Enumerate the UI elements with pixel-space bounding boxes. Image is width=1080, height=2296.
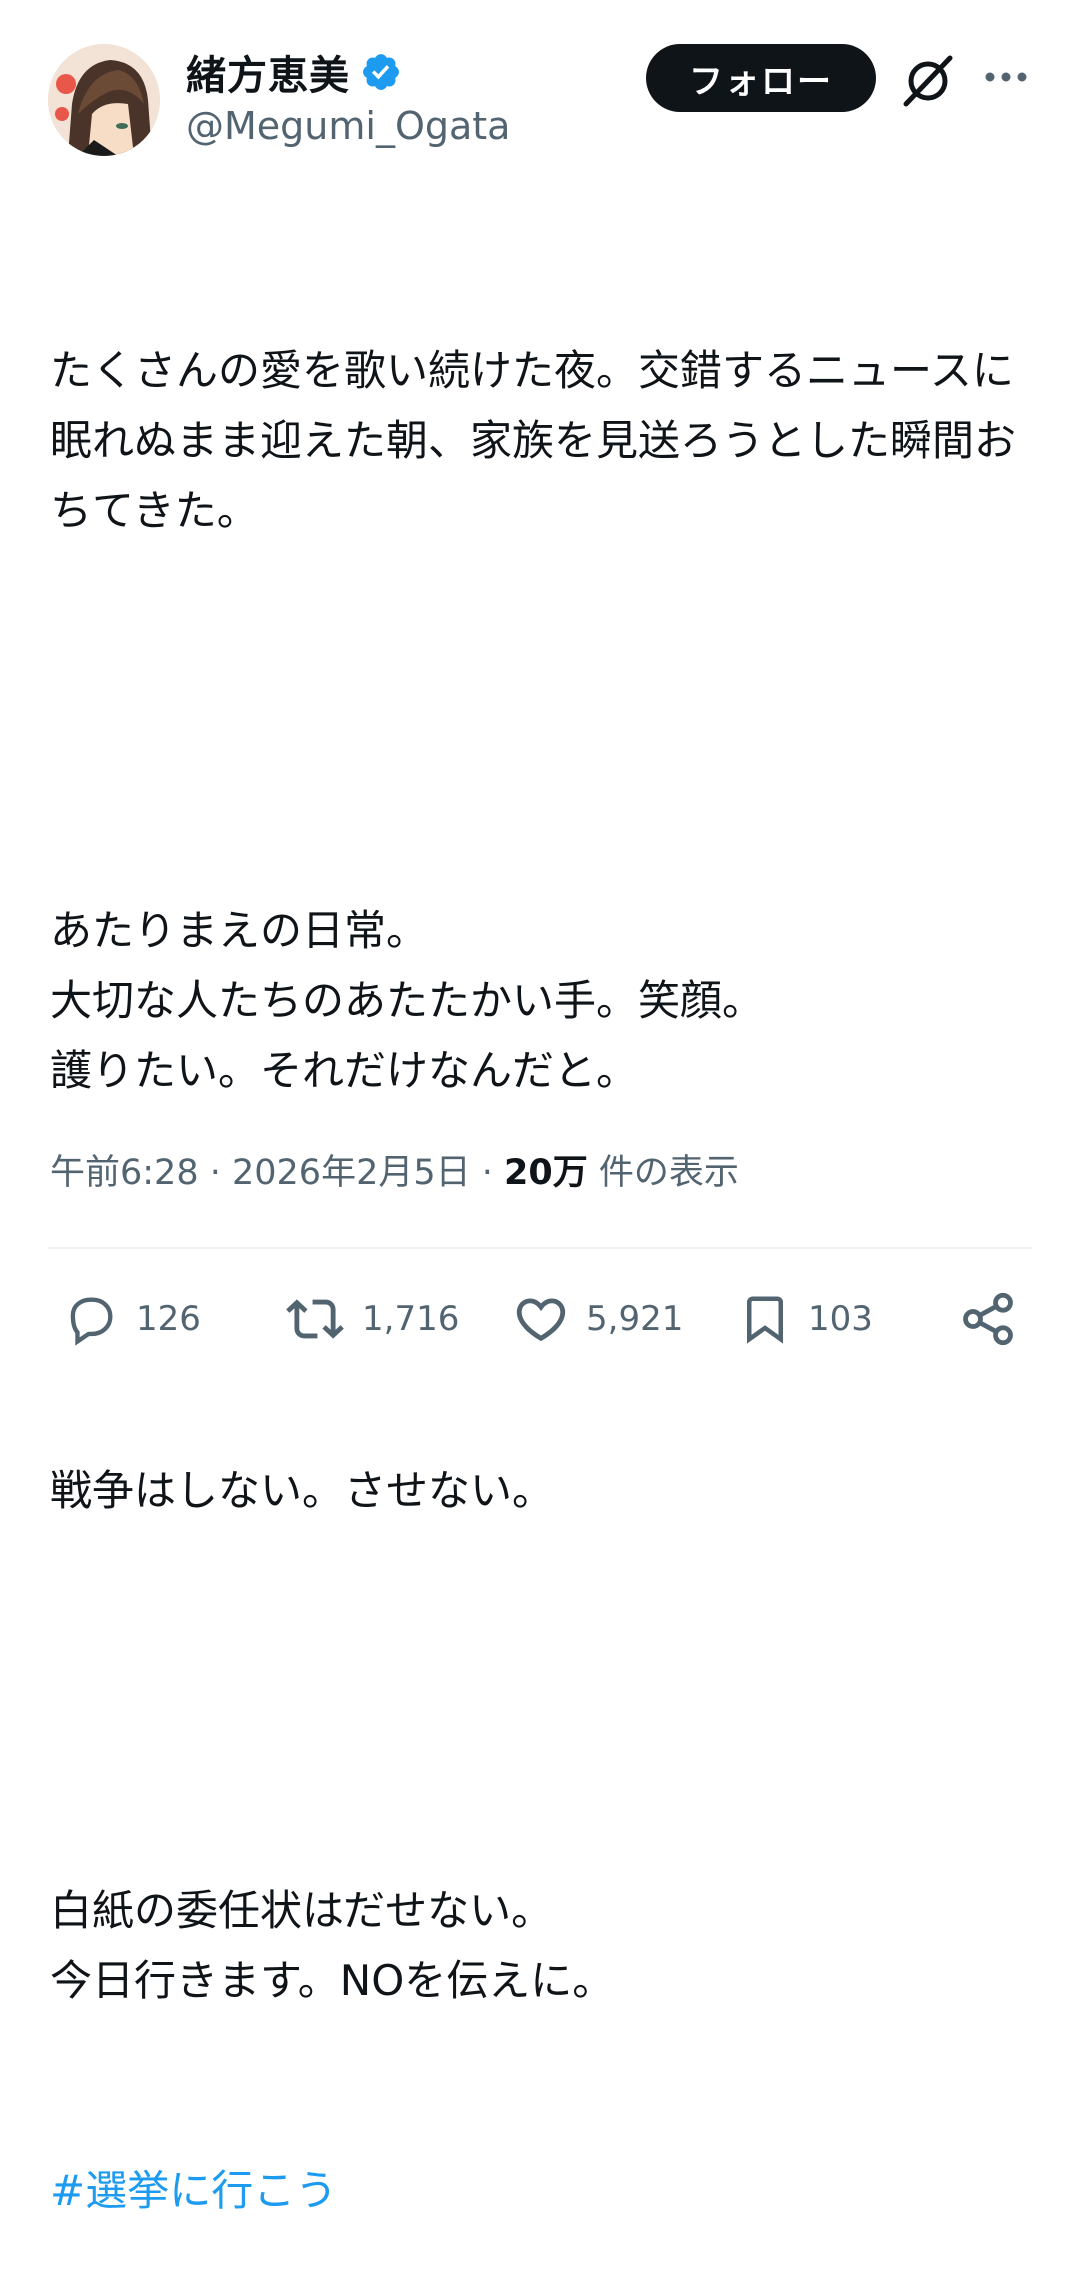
action-bar: 126 1,716 5,921 103: [0, 1284, 1080, 1354]
bookmark-button[interactable]: 103: [738, 1284, 873, 1354]
verified-badge-icon: [360, 51, 402, 93]
follow-button[interactable]: フォロー: [646, 44, 876, 112]
more-icon[interactable]: [984, 62, 1028, 92]
bookmark-icon: [747, 1296, 783, 1344]
grok-icon[interactable]: [898, 50, 958, 110]
divider: [48, 1247, 1032, 1249]
tweet-text: たくさんの愛を歌い続けた夜。交錯するニュースに眠れぬまま迎えた朝、家族を見送ろう…: [50, 196, 1030, 2296]
repost-count: 1,716: [362, 1299, 460, 1339]
meta-separator: ·: [470, 1153, 504, 1193]
share-icon: [963, 1292, 1013, 1346]
avatar-illustration: [48, 44, 160, 156]
tweet-paragraph: あたりまえの日常。 大切な人たちのあたたかい手。笑顔。 護りたい。それだけなんだ…: [50, 906, 765, 1095]
author-name-row[interactable]: 緒方恵美: [186, 44, 402, 100]
tweet-date[interactable]: 2026年2月5日: [232, 1153, 471, 1193]
reply-count: 126: [136, 1299, 201, 1339]
tweet-paragraph: たくさんの愛を歌い続けた夜。交錯するニュースに眠れぬまま迎えた朝、家族を見送ろう…: [50, 346, 1017, 535]
tweet-meta: 午前6:28 · 2026年2月5日 · 20万 件の表示: [50, 1148, 739, 1198]
views-label: 件の表示: [598, 1153, 739, 1193]
author-handle[interactable]: @Megumi_Ogata: [186, 104, 510, 148]
avatar[interactable]: [48, 44, 160, 156]
like-count: 5,921: [586, 1299, 684, 1339]
meta-separator: ·: [198, 1153, 232, 1193]
author-display-name[interactable]: 緒方恵美: [186, 43, 350, 101]
hashtag-link[interactable]: #選挙に行こう: [50, 2156, 1030, 2226]
tweet-time[interactable]: 午前6:28: [50, 1153, 199, 1193]
share-button[interactable]: [958, 1284, 1018, 1354]
views-count: 20万: [504, 1153, 588, 1193]
repost-icon: [286, 1299, 344, 1339]
reply-button[interactable]: 126: [62, 1284, 201, 1354]
repost-button[interactable]: 1,716: [284, 1284, 459, 1354]
bookmark-count: 103: [808, 1299, 873, 1339]
tweet-paragraph: 戦争はしない。させない。: [50, 1466, 555, 1515]
like-icon: [516, 1298, 566, 1342]
like-button[interactable]: 5,921: [512, 1284, 683, 1354]
tweet-paragraph: 白紙の委任状はだせない。 今日行きます。NOを伝えに。: [50, 1886, 615, 2005]
reply-icon: [70, 1297, 113, 1346]
